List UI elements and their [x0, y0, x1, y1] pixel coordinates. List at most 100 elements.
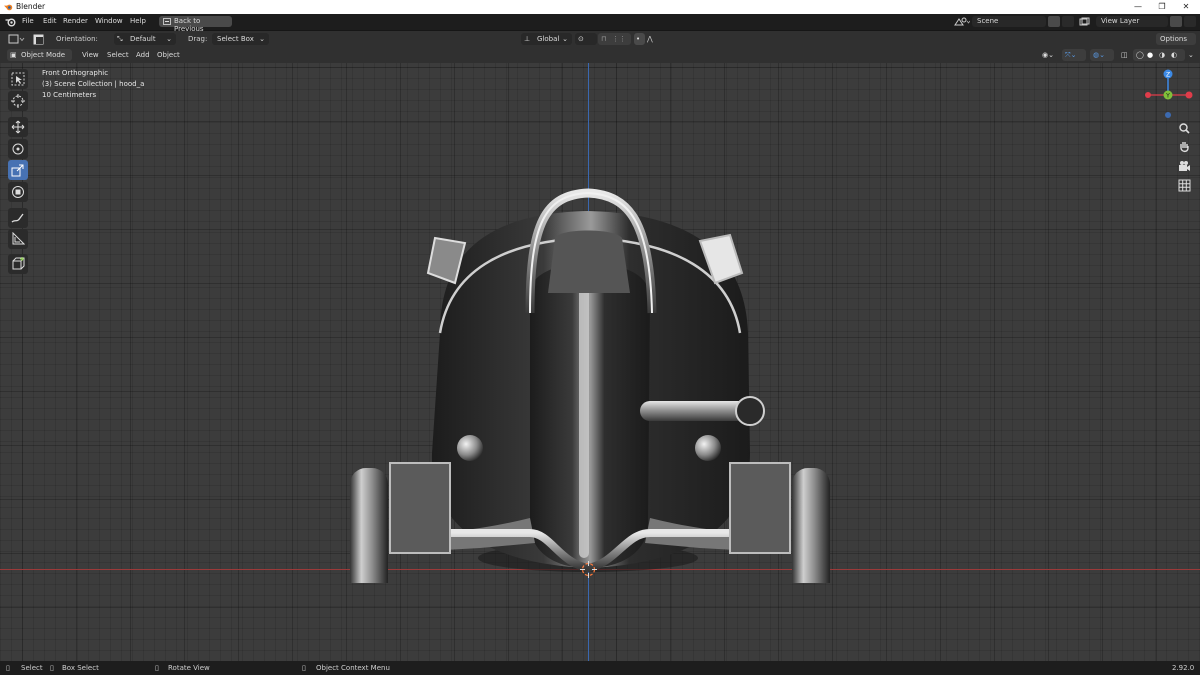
viewport-menu-add[interactable]: Add [136, 51, 150, 59]
object-mode-label: Object Mode [21, 50, 66, 59]
annotate-tool-button[interactable] [8, 208, 28, 228]
rotate-tool-button[interactable] [8, 139, 28, 159]
minimize-button[interactable]: — [1128, 1, 1148, 13]
options-dropdown[interactable]: Options [1156, 33, 1196, 45]
solid-shading-icon[interactable]: ● [1147, 51, 1153, 59]
3d-viewport[interactable]: Front Orthographic (3) Scene Collection … [0, 63, 1200, 661]
rotate-icon [12, 143, 24, 155]
perspective-toggle-button[interactable] [1176, 177, 1193, 194]
car-model[interactable] [330, 123, 850, 583]
orientation-label: Orientation: [56, 35, 98, 43]
transform-orientation-value: Global [537, 34, 560, 43]
view-name: Front Orthographic [42, 69, 109, 77]
scale-info: 10 Centimeters [42, 91, 97, 99]
scale-tool-button[interactable] [8, 160, 28, 180]
maximize-button[interactable]: ❐ [1152, 1, 1172, 13]
xray-toggle-icon[interactable]: ◫ [1121, 51, 1128, 59]
delete-view-layer-icon[interactable] [1184, 16, 1196, 27]
pivot-point-dropdown[interactable]: ⊙ [575, 33, 597, 45]
snap-target-icon: ⋮⋮ [612, 34, 626, 43]
chevron-down-icon: ⌄ [166, 34, 172, 43]
move-tool-button[interactable] [8, 117, 28, 137]
new-scene-icon[interactable] [1048, 16, 1060, 27]
visibility-icon[interactable]: ◉⌄ [1042, 51, 1054, 59]
camera-view-button[interactable] [1176, 158, 1193, 175]
measure-tool-button[interactable] [8, 229, 28, 249]
scene-name-field[interactable]: Scene [972, 16, 1046, 27]
status-bar: ▯ Select ▯ Box Select ▯ Rotate View ▯ Ob… [0, 661, 1200, 675]
options-label: Options [1160, 34, 1188, 43]
viewport-menu-select[interactable]: Select [107, 51, 129, 59]
overlay-toggle[interactable]: ◍⌄ [1090, 49, 1114, 61]
shading-options-chevron-icon[interactable]: ⌄ [1188, 51, 1194, 59]
viewport-menu-view[interactable]: View [82, 51, 99, 59]
gizmo-z-label: Z [1166, 71, 1170, 78]
view-layer-icon[interactable] [1079, 17, 1095, 27]
gizmo-y-label: Y [1165, 92, 1170, 99]
mouse-right-icon: ▯ [302, 664, 306, 672]
back-to-previous-button[interactable]: Back to Previous [159, 16, 232, 33]
move-icon [11, 120, 25, 134]
close-button[interactable]: ✕ [1176, 1, 1196, 13]
mouse-left-icon: ▯ [6, 664, 10, 672]
chevron-down-icon: ⌄ [259, 34, 265, 43]
menu-edit[interactable]: Edit [43, 17, 57, 25]
menu-help[interactable]: Help [130, 17, 146, 25]
annotate-icon [11, 213, 24, 223]
viewport-menu-object[interactable]: Object [157, 51, 180, 59]
object-mode-icon: ▣ [10, 50, 17, 59]
status-rotate-view: Rotate View [168, 664, 210, 672]
3d-cursor-tool-button[interactable] [8, 91, 28, 111]
transform-orientation-dropdown[interactable]: ⊥ Global ⌄ [521, 33, 572, 45]
navigation-gizmo[interactable]: Z Y [1140, 68, 1198, 124]
hand-icon [1180, 142, 1189, 153]
gizmo-icon: ⤧⌄ [1065, 50, 1077, 59]
scene-name: Scene [977, 17, 999, 25]
new-view-layer-icon[interactable] [1170, 16, 1182, 27]
mouse-left-drag-icon: ▯ [50, 664, 54, 672]
grid-icon [1178, 179, 1191, 192]
editor-type-icon[interactable] [8, 34, 26, 44]
scene-icon[interactable] [954, 17, 970, 27]
blender-logo-icon [4, 4, 13, 11]
zoom-button[interactable] [1176, 120, 1193, 137]
menu-window[interactable]: Window [95, 17, 123, 25]
menu-render[interactable]: Render [63, 17, 88, 25]
transform-tool-button[interactable] [8, 182, 28, 202]
global-axis-icon: ⊥ [524, 34, 531, 43]
material-shading-icon[interactable]: ◑ [1159, 51, 1165, 59]
top-menu-bar: File Edit Render Window Help Back to Pre… [0, 14, 1200, 33]
snap-icon: ⊓ [601, 34, 607, 43]
tool-settings-bar: Orientation: ⤡ Default ⌄ Drag: Select Bo… [0, 31, 1200, 47]
overlay-icon: ◍⌄ [1093, 50, 1105, 59]
snapping-dropdown[interactable]: ⊓ ⋮⋮ [598, 33, 631, 45]
view-layer-field[interactable]: View Layer [1096, 16, 1168, 27]
pan-button[interactable] [1176, 139, 1193, 156]
drag-dropdown[interactable]: Select Box ⌄ [212, 33, 269, 45]
pivot-point-icon: ⊙ [578, 34, 584, 43]
blender-menu-icon[interactable] [5, 17, 16, 27]
orientation-dropdown[interactable]: ⤡ Default ⌄ [114, 33, 176, 45]
proportional-editing-toggle[interactable]: • [634, 33, 645, 45]
orientation-icon: ⤡ [117, 34, 123, 43]
status-context-menu: Object Context Menu [316, 664, 390, 672]
viewport-header: ▣ Object Mode View Select Add Object ◉⌄ … [0, 47, 1200, 63]
tool-icon[interactable] [33, 34, 44, 45]
wireframe-shading-icon[interactable]: ◯ [1136, 51, 1144, 59]
object-mode-dropdown[interactable]: ▣ Object Mode [7, 49, 72, 61]
rendered-shading-icon[interactable]: ◐ [1171, 51, 1177, 59]
gizmo-toggle[interactable]: ⤧⌄ [1062, 49, 1086, 61]
back-icon [163, 18, 171, 25]
collection-info: (3) Scene Collection | hood_a [42, 80, 145, 88]
3d-cursor-marker [580, 561, 597, 578]
status-select: Select [21, 664, 43, 672]
view-layer-name: View Layer [1101, 17, 1140, 25]
falloff-icon[interactable]: ⋀ [647, 35, 653, 43]
camera-icon [1179, 161, 1190, 171]
add-cube-tool-button[interactable] [8, 254, 28, 274]
menu-file[interactable]: File [22, 17, 34, 25]
cursor-tool-button[interactable] [8, 69, 28, 89]
select-cursor-icon [11, 72, 25, 86]
mouse-middle-icon: ▯ [155, 664, 159, 672]
delete-scene-icon[interactable] [1062, 16, 1074, 27]
